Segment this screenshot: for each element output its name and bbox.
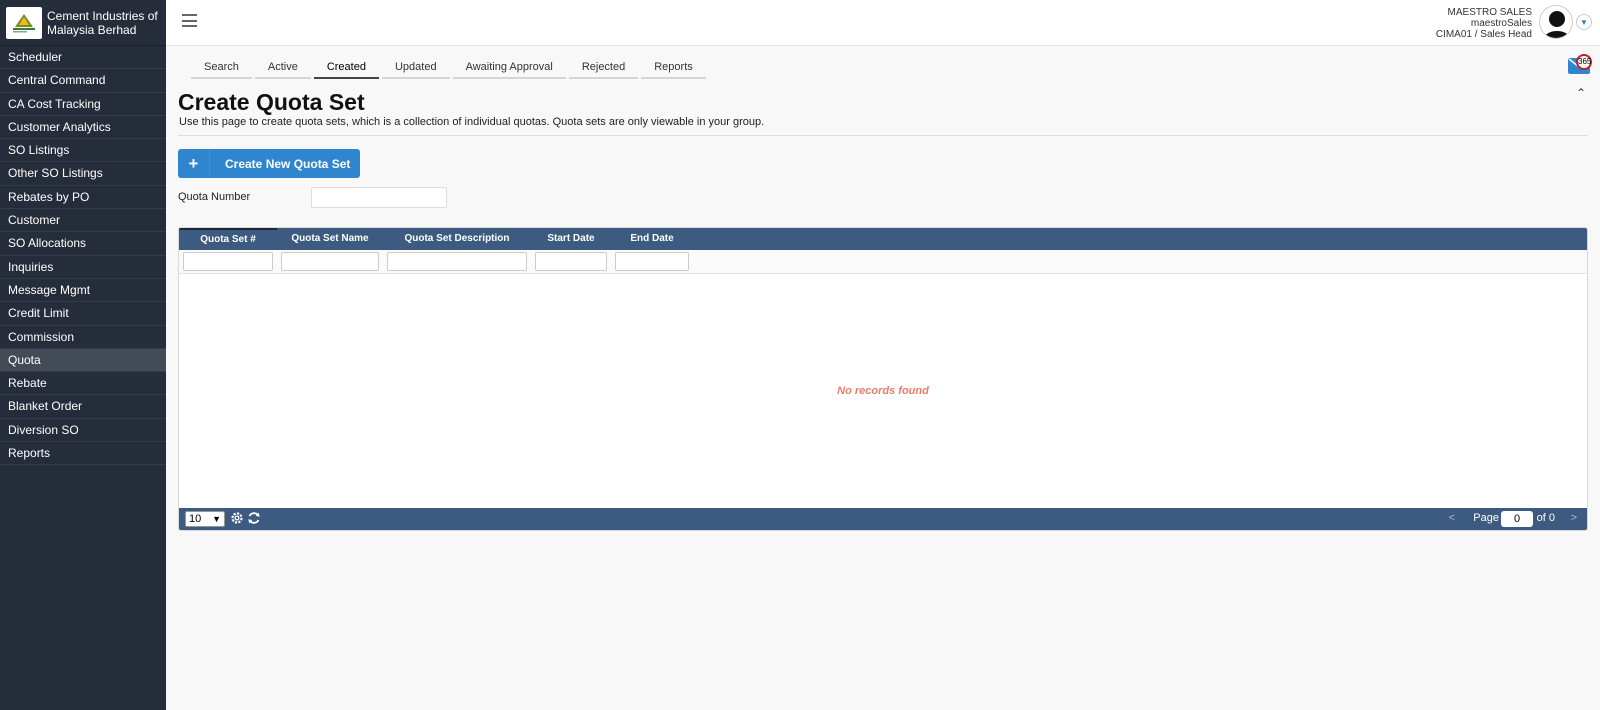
quota-set-grid: Quota Set # Quota Set Name Quota Set Descr…	[178, 227, 1588, 531]
sidebar-item-credit-limit[interactable]: Credit Limit	[0, 302, 166, 326]
tab-updated[interactable]: Updated	[381, 60, 450, 79]
chevron-down-icon: ▼	[212, 514, 221, 524]
sidebar-item-commission[interactable]: Commission	[0, 326, 166, 349]
tab-reports[interactable]: Reports	[641, 60, 706, 79]
main-content: Search Active Created Updated Awaiting Appro…	[166, 46, 1600, 710]
empty-message: No records found	[837, 385, 929, 397]
filter-cell	[179, 250, 277, 274]
user-display-name: MAESTRO SALES	[1447, 7, 1532, 18]
user-role: CIMA01 / Sales Head	[1435, 29, 1532, 40]
top-header: MAESTRO SALES maestroSales CIMA01 / Sale…	[166, 0, 1600, 46]
filter-input-start-date[interactable]	[535, 252, 607, 271]
create-button-label: Create New Quota Set	[225, 156, 351, 171]
page-title: Create Quota Set	[178, 89, 365, 115]
tab-active[interactable]: Active	[254, 60, 311, 79]
filter-cell	[531, 250, 611, 274]
sidebar-item-ca-cost-tracking[interactable]: CA Cost Tracking	[0, 93, 166, 116]
filter-cell	[611, 250, 693, 274]
user-username: maestroSales	[1470, 18, 1532, 29]
grid-filter-row	[179, 250, 1587, 274]
filter-input-quota-set[interactable]	[183, 252, 273, 271]
sidebar: Cement Industries of Malaysia Berhad Sch…	[0, 0, 166, 710]
sidebar-item-customer-analytics[interactable]: Customer Analytics	[0, 116, 166, 140]
sidebar-item-reports[interactable]: Reports	[0, 442, 166, 466]
sidebar-item-so-allocations[interactable]: SO Allocations	[0, 232, 166, 256]
user-info: MAESTRO SALES maestroSales CIMA01 / Sale…	[1436, 7, 1532, 40]
next-page-button[interactable]: >	[1571, 512, 1577, 524]
quota-number-label: Quota Number	[178, 191, 251, 203]
tab-awaiting-approval[interactable]: Awaiting Approval	[452, 60, 566, 79]
column-header-start-date[interactable]: Start Date	[531, 228, 611, 250]
sidebar-item-rebate[interactable]: Rebate	[0, 372, 166, 396]
notification-badge: 365	[1576, 54, 1592, 70]
filter-input-end-date[interactable]	[615, 252, 689, 271]
grid-header: Quota Set # Quota Set Name Quota Set Descr…	[179, 228, 1587, 250]
refresh-icon[interactable]	[247, 511, 261, 525]
sidebar-item-inquiries[interactable]: Inquiries	[0, 256, 166, 279]
sidebar-item-customer[interactable]: Customer	[0, 209, 166, 233]
sidebar-item-central-command[interactable]: Central Command	[0, 69, 166, 93]
page-size-select[interactable]: 10 ▼	[185, 511, 225, 527]
sidebar-item-blanket-order[interactable]: Blanket Order	[0, 395, 166, 419]
filter-input-quota-set-name[interactable]	[281, 252, 379, 271]
sidebar-item-quota[interactable]: Quota	[0, 348, 166, 373]
sidebar-item-diversion-so[interactable]: Diversion SO	[0, 419, 166, 443]
sidebar-item-other-so-listings[interactable]: Other SO Listings	[0, 162, 166, 186]
plus-icon: +	[178, 149, 210, 178]
create-quota-set-button[interactable]: + Create New Quota Set	[178, 149, 360, 178]
column-header-quota-set-name[interactable]: Quota Set Name	[277, 228, 383, 250]
sidebar-item-scheduler[interactable]: Scheduler	[0, 46, 166, 70]
page-size-value: 10	[189, 513, 202, 525]
sidebar-item-message-mgmt[interactable]: Message Mgmt	[0, 279, 166, 303]
tab-rejected[interactable]: Rejected	[568, 60, 639, 79]
company-name: Cement Industries of Malaysia Berhad	[47, 8, 158, 37]
column-header-end-date[interactable]: End Date	[611, 228, 693, 250]
grid-body: No records found	[179, 274, 1587, 508]
grid-pager: 10 ▼ < Page 0 of 0 >	[179, 508, 1587, 530]
company-logo	[6, 6, 42, 39]
brand[interactable]: Cement Industries of Malaysia Berhad	[0, 0, 166, 46]
gear-icon[interactable]	[230, 511, 244, 525]
page-number-input[interactable]: 0	[1501, 511, 1533, 527]
filter-cell	[277, 250, 383, 274]
chevron-up-icon[interactable]: ⌃	[1576, 86, 1586, 100]
page-description: Use this page to create quota sets, whic…	[179, 116, 765, 128]
quota-number-input[interactable]	[311, 187, 447, 208]
filter-cell	[383, 250, 531, 274]
prev-page-button[interactable]: <	[1449, 512, 1455, 524]
divider	[178, 135, 1588, 136]
tab-created[interactable]: Created	[313, 60, 379, 79]
sidebar-menu: Scheduler Central Command CA Cost Tracking…	[0, 46, 166, 466]
tab-bar: Search Active Created Updated Awaiting Appro…	[191, 60, 709, 79]
chevron-down-icon[interactable]: ▼	[1576, 14, 1592, 30]
tab-search[interactable]: Search	[191, 60, 252, 79]
filter-input-quota-set-description[interactable]	[387, 252, 527, 271]
page-total: of 0	[1536, 512, 1555, 524]
sidebar-item-so-listings[interactable]: SO Listings	[0, 139, 166, 163]
column-header-quota-set[interactable]: Quota Set #	[179, 228, 277, 250]
column-header-quota-set-description[interactable]: Quota Set Description	[383, 228, 531, 250]
sidebar-item-rebates-by-po[interactable]: Rebates by PO	[0, 186, 166, 210]
hamburger-icon[interactable]	[182, 14, 197, 28]
avatar[interactable]	[1539, 5, 1573, 39]
page-label: Page	[1473, 512, 1499, 524]
